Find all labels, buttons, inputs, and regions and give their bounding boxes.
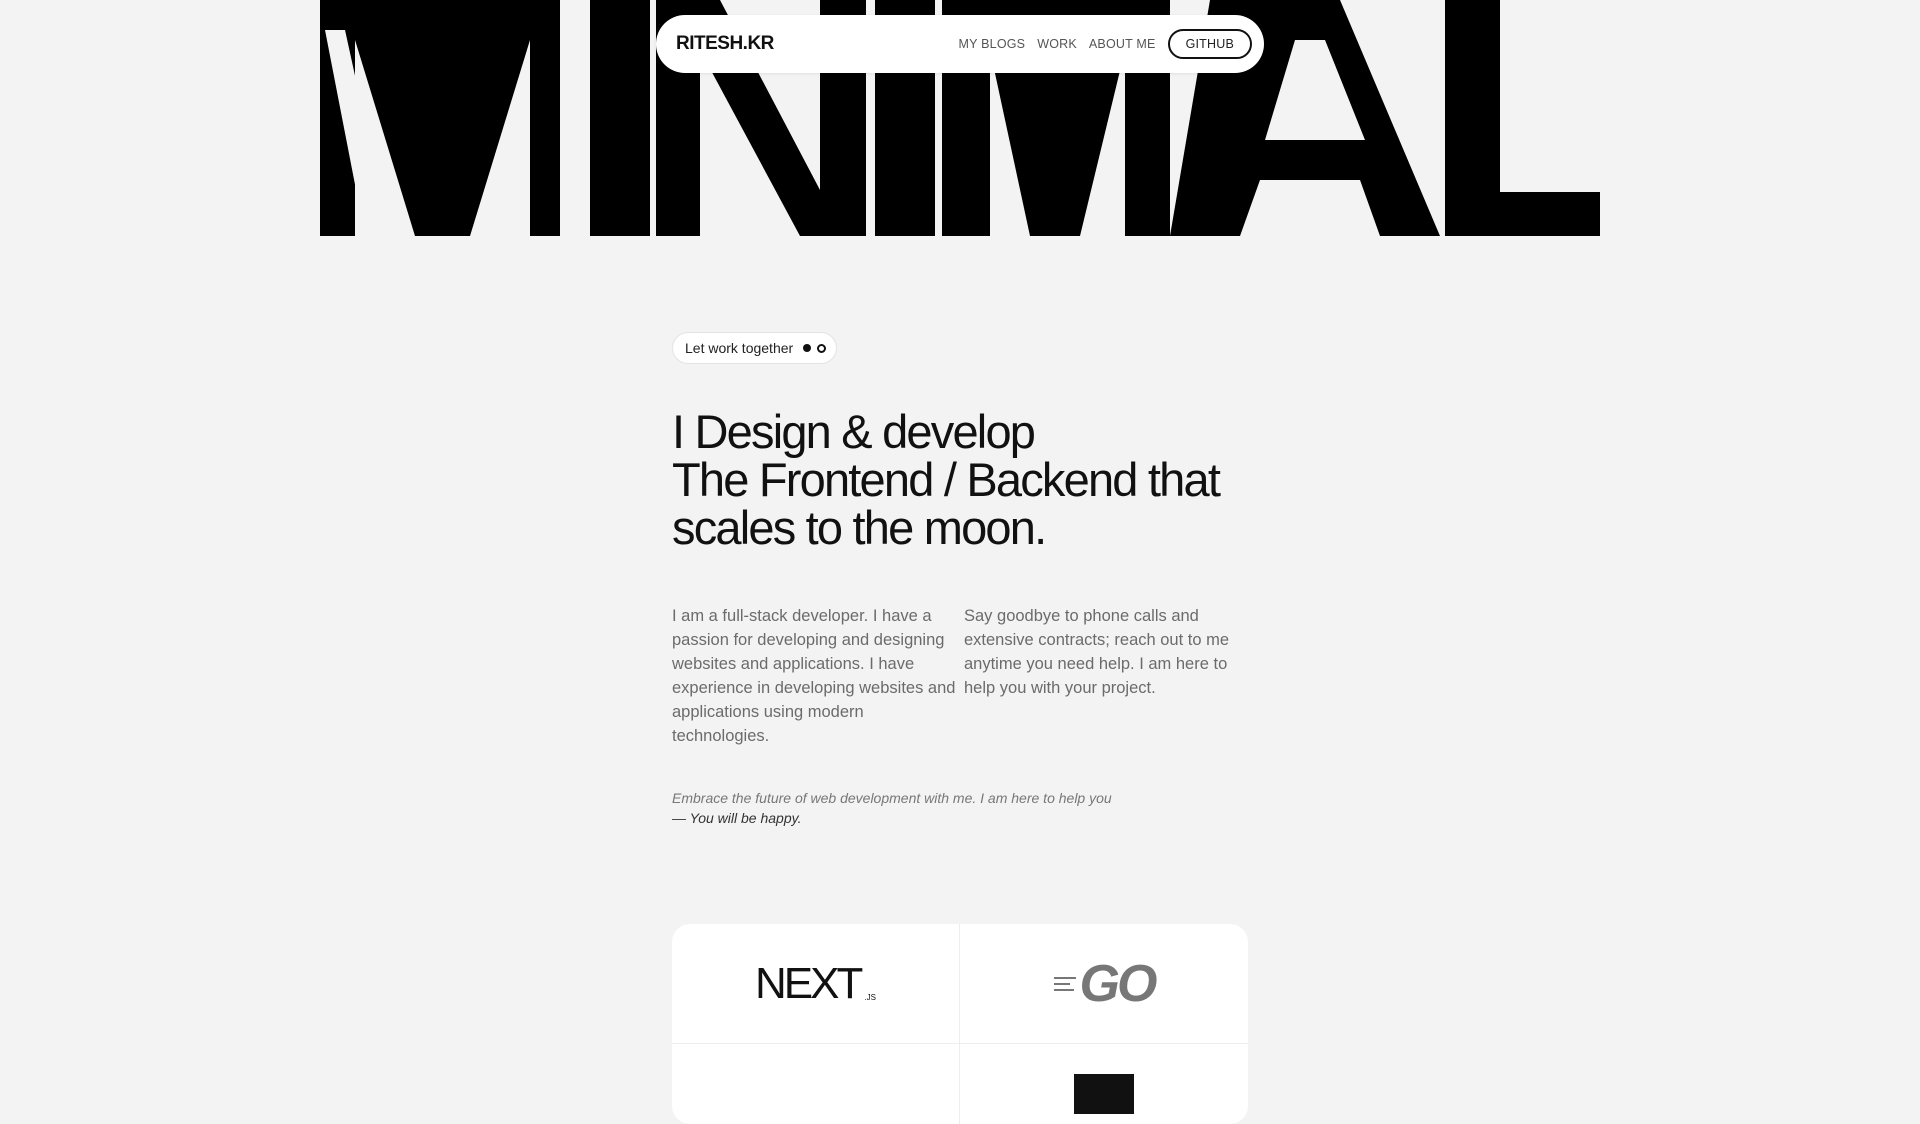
tech-cell-nextjs: NEXT .JS [672,924,960,1044]
nextjs-logo-icon: NEXT .JS [755,959,876,1009]
nav-link-work[interactable]: WORK [1037,37,1077,51]
quote-text: Embrace the future of web development wi… [672,790,1112,806]
dot-ring-icon [817,343,827,353]
brand-logo[interactable]: RITESH.KR [676,33,774,55]
nav-links: MY BLOGS WORK ABOUT ME GITHUB [959,29,1252,59]
intro-paragraph: I am a full-stack developer. I have a pa… [672,607,956,745]
github-button[interactable]: GITHUB [1167,29,1252,59]
tech-cell-4 [960,1044,1248,1124]
headline-line-3: scales to the moon. [672,501,1047,554]
go-logo-icon: GO [1053,954,1158,1014]
collaboration-pill[interactable]: Let work together [672,332,838,364]
headline: I Design & develop The Frontend / Backen… [672,408,1272,552]
contact-paragraph: Say goodbye to phone calls and extensive… [964,607,1230,697]
nextjs-logo-suffix: .JS [864,992,876,1002]
dot-filled-icon [803,344,812,352]
nav-link-my-blogs[interactable]: MY BLOGS [959,37,1026,51]
pill-label: Let work together [685,340,794,356]
navbar: RITESH.KR MY BLOGS WORK ABOUT ME GITHUB [656,15,1264,73]
quote: Embrace the future of web development wi… [672,788,1252,828]
tech-cell-go: GO [960,924,1248,1044]
quote-signature: — You will be happy. [672,810,802,826]
headline-line-2: The Frontend / Backend that [672,453,1221,506]
go-speed-lines [1053,976,1076,991]
headline-line-1: I Design & develop [672,405,1036,458]
tech-cell-3 [672,1044,960,1124]
nextjs-logo-text: NEXT [755,958,863,1008]
go-logo-text: GO [1079,954,1158,1013]
tech-stack-grid: NEXT .JS GO [672,924,1248,1124]
tech-logo-partial [1074,1074,1134,1114]
nav-link-about-me[interactable]: ABOUT ME [1089,37,1156,51]
dots-icon [803,343,827,353]
